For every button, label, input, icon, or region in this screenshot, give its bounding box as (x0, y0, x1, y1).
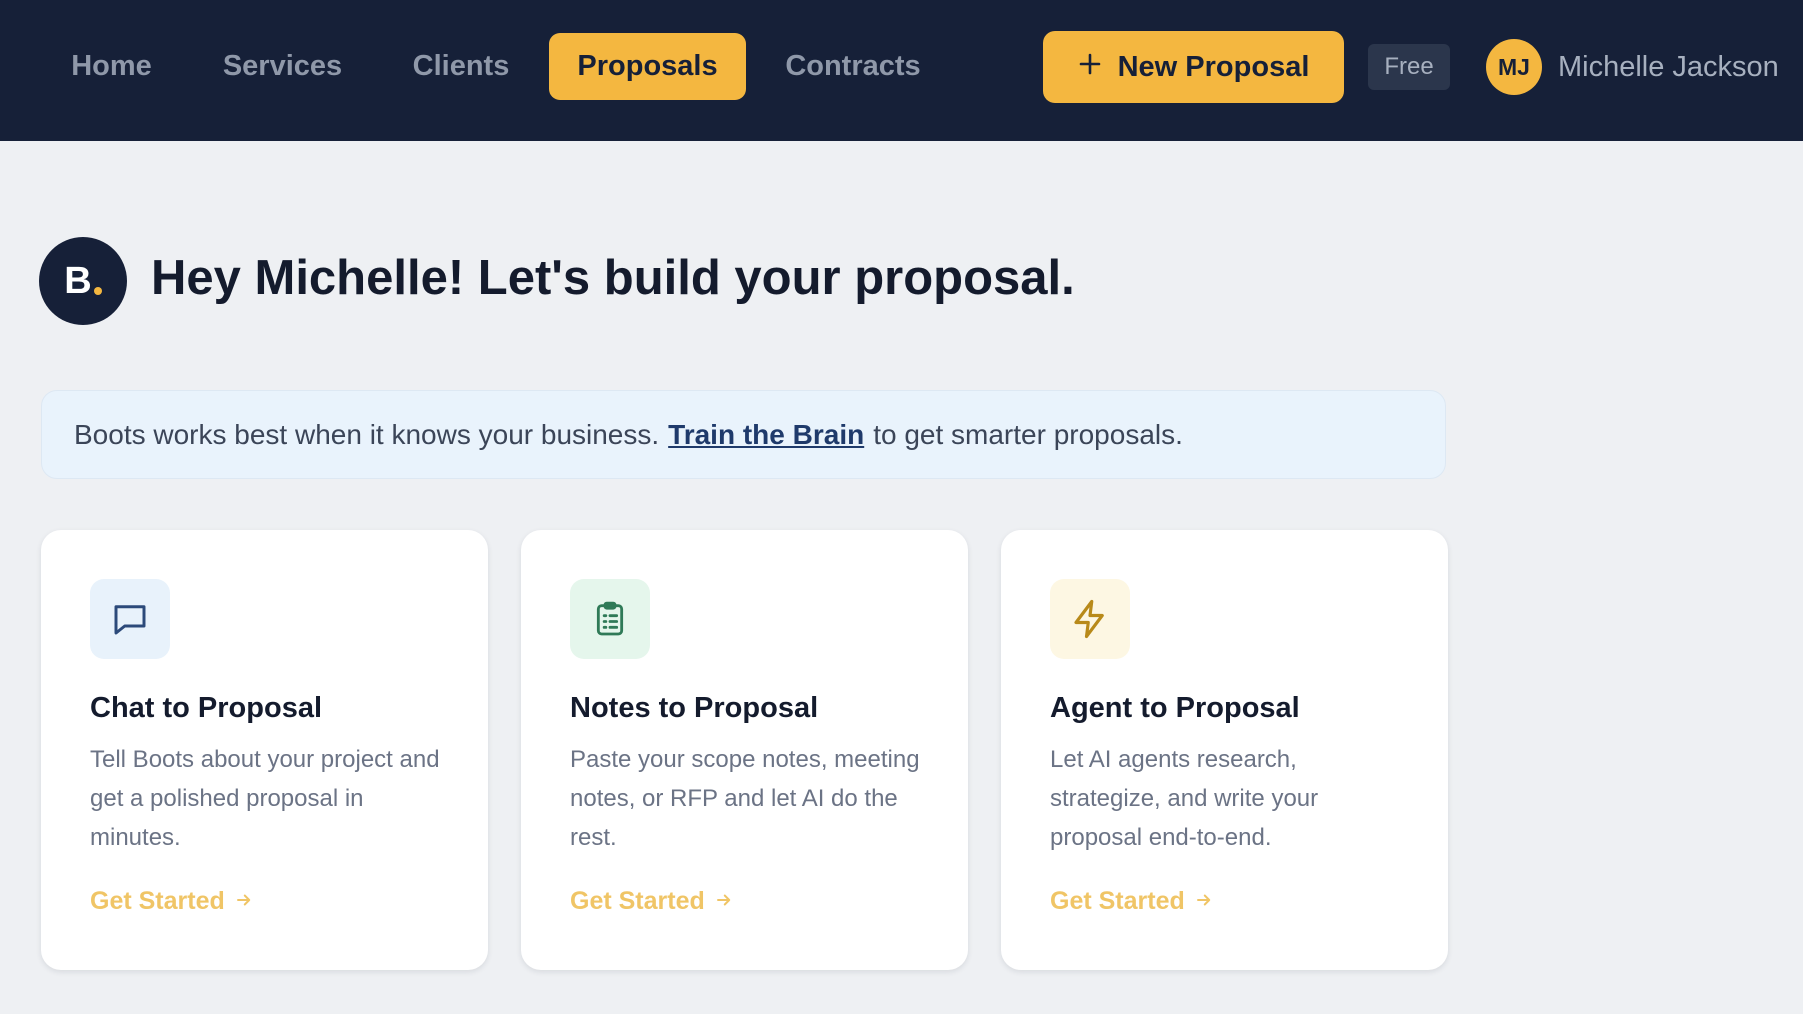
clipboard-list-icon (570, 579, 650, 659)
user-name[interactable]: Michelle Jackson (1558, 46, 1779, 88)
arrow-right-icon (715, 887, 733, 916)
brand-logo-dot (93, 287, 102, 295)
card-title: Chat to Proposal (90, 692, 323, 724)
get-started-link[interactable]: Get Started (1050, 887, 1213, 916)
plan-badge: Free (1368, 44, 1450, 90)
notice-text-before: Boots works best when it knows your busi… (74, 418, 660, 450)
chat-bubble-icon (90, 579, 170, 659)
top-navigation-bar: Home Services Clients Proposals Contract… (0, 0, 1803, 141)
nav-clients[interactable]: Clients (392, 33, 530, 100)
train-the-brain-link[interactable]: Train the Brain (668, 419, 864, 451)
notice-text-after: to get smarter proposals. (873, 418, 1183, 450)
plus-icon (1078, 51, 1102, 84)
new-proposal-label: New Proposal (1117, 50, 1310, 83)
card-title: Agent to Proposal (1050, 692, 1300, 724)
brand-logo: B (39, 237, 127, 325)
nav-contracts[interactable]: Contracts (768, 33, 938, 100)
get-started-label: Get Started (1050, 887, 1185, 915)
get-started-label: Get Started (570, 887, 705, 915)
new-proposal-button[interactable]: New Proposal (1043, 31, 1344, 103)
get-started-link[interactable]: Get Started (90, 887, 253, 916)
chat-to-proposal-card[interactable]: Chat to Proposal Tell Boots about your p… (41, 530, 488, 970)
arrow-right-icon (235, 887, 253, 916)
nav-home[interactable]: Home (44, 33, 179, 100)
card-title: Notes to Proposal (570, 692, 819, 724)
lightning-bolt-icon (1050, 579, 1130, 659)
get-started-link[interactable]: Get Started (570, 887, 733, 916)
card-description: Paste your scope notes, meeting notes, o… (570, 746, 920, 851)
nav-services[interactable]: Services (202, 33, 363, 100)
arrow-right-icon (1195, 887, 1213, 916)
card-description: Tell Boots about your project and get a … (90, 746, 440, 851)
card-description: Let AI agents research, strategize, and … (1050, 746, 1319, 851)
notes-to-proposal-card[interactable]: Notes to Proposal Paste your scope notes… (521, 530, 968, 970)
train-brain-notice: Boots works best when it knows your busi… (41, 390, 1446, 479)
get-started-label: Get Started (90, 887, 225, 915)
avatar[interactable]: MJ (1486, 39, 1542, 95)
brand-logo-letter: B (64, 259, 92, 302)
agent-to-proposal-card[interactable]: Agent to Proposal Let AI agents research… (1001, 530, 1448, 970)
page-title: Hey Michelle! Let's build your proposal. (151, 251, 1075, 305)
nav-proposals[interactable]: Proposals (549, 33, 746, 100)
